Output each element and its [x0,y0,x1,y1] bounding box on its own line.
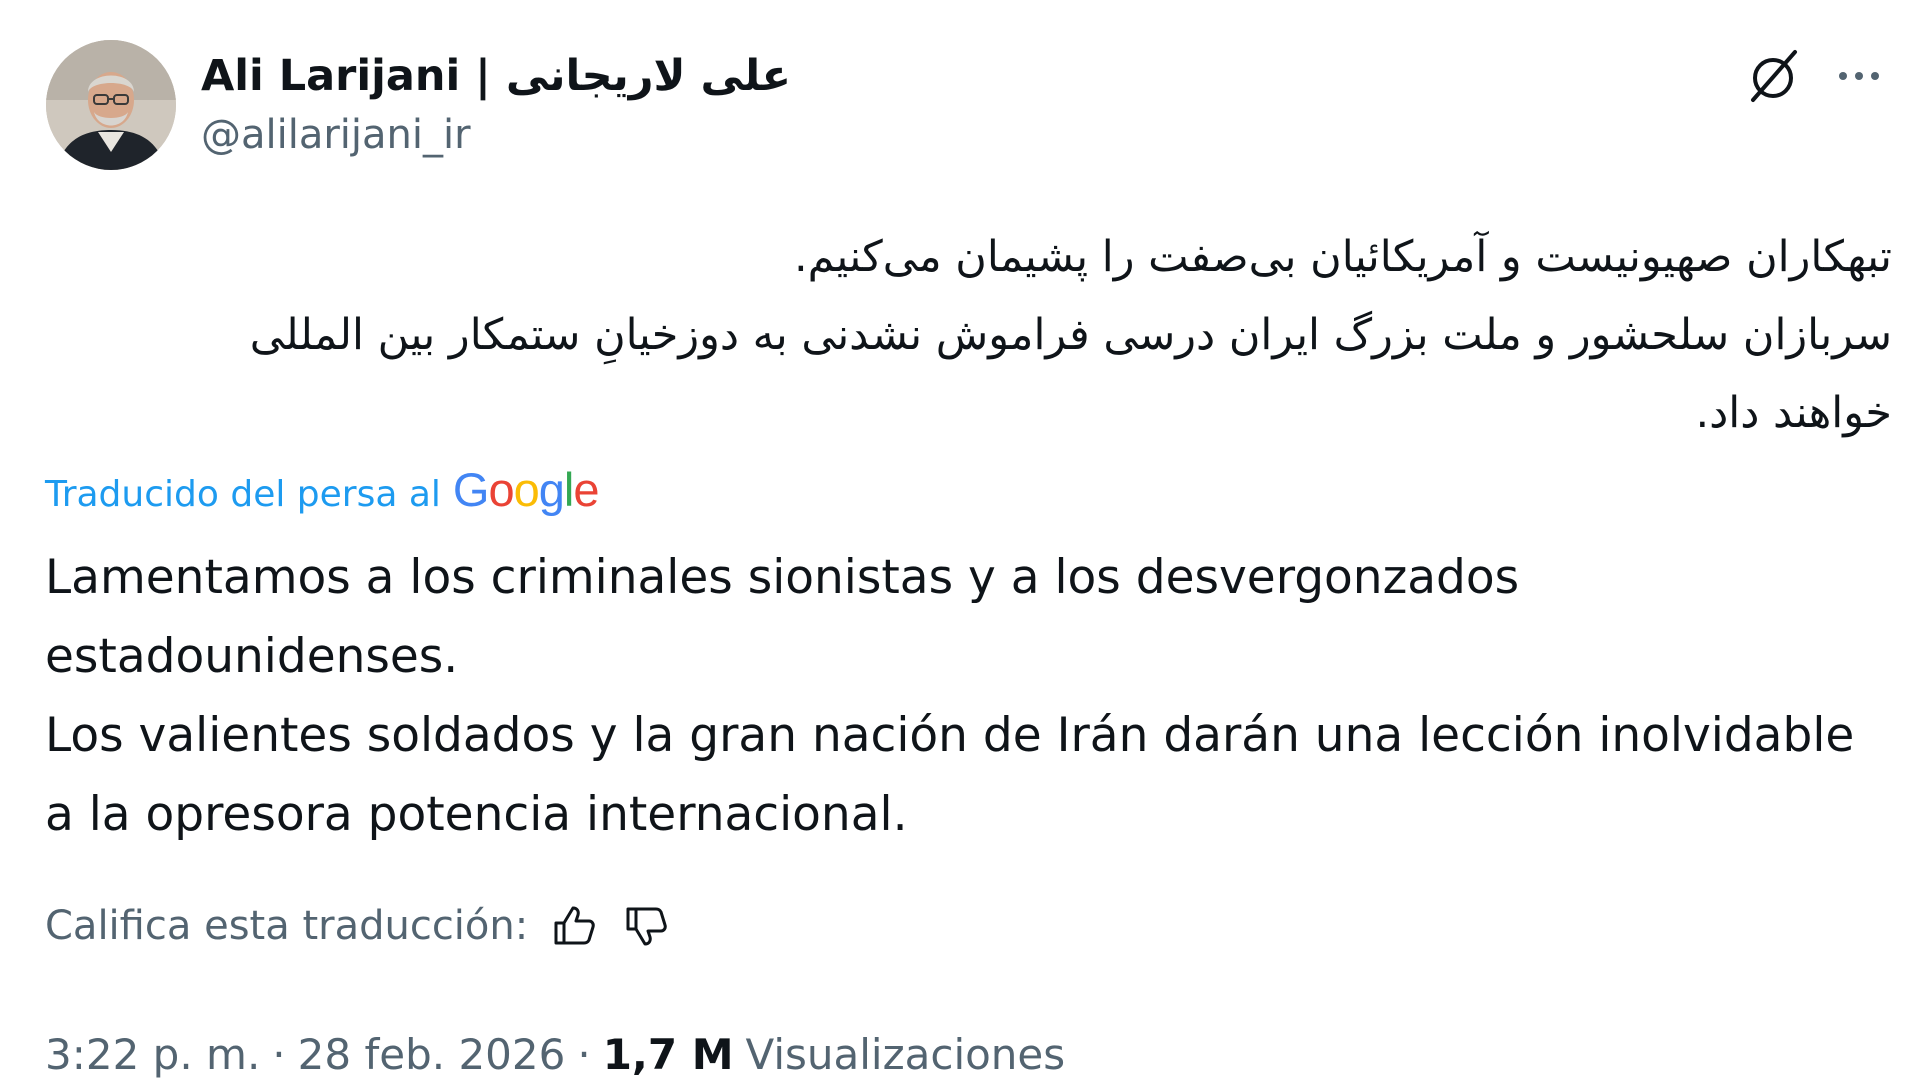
tweet-original-text: تبهکاران صهیونیست و آمریکائیان بی‌صفت را… [249,232,1892,438]
tweet-card: Ali Larijani | علی لاریجانی @alilarijani… [0,0,1920,1080]
translated-by-label: Traducido del persa al [45,474,441,515]
google-logo: Google [452,463,600,516]
tweet-header: Ali Larijani | علی لاریجانی @alilarijani… [46,40,1886,172]
profile-photo-icon [46,40,176,170]
tweet-translation-text: Lamentamos a los criminales sionistas y … [45,550,1855,842]
thumbs-up-icon[interactable] [548,900,600,952]
avatar[interactable] [46,40,176,170]
thumbs-down-icon[interactable] [620,900,672,952]
more-options-icon[interactable] [1829,54,1889,98]
author-display-name[interactable]: Ali Larijani | علی لاریجانی [201,48,791,104]
grok-icon[interactable] [1743,46,1803,106]
author-names: Ali Larijani | علی لاریجانی @alilarijani… [201,48,791,166]
views-label: Visualizaciones [745,1029,1066,1079]
meta-separator: · [272,1029,286,1079]
tweet-date[interactable]: 28 feb. 2026 [298,1030,566,1079]
tweet-meta: 3:22 p. m. · 28 feb. 2026 · 1,7 M Visual… [45,1024,1065,1080]
rate-translation-label: Califica esta traducción: [45,903,529,949]
rate-translation: Califica esta traducción: [45,896,672,956]
translation-attribution[interactable]: Traducido del persa al Google [45,462,600,518]
author-handle[interactable]: @alilarijani_ir [201,104,791,166]
meta-separator: · [577,1029,591,1079]
tweet-time[interactable]: 3:22 p. m. [45,1030,260,1079]
views-count: 1,7 M [602,1029,734,1079]
